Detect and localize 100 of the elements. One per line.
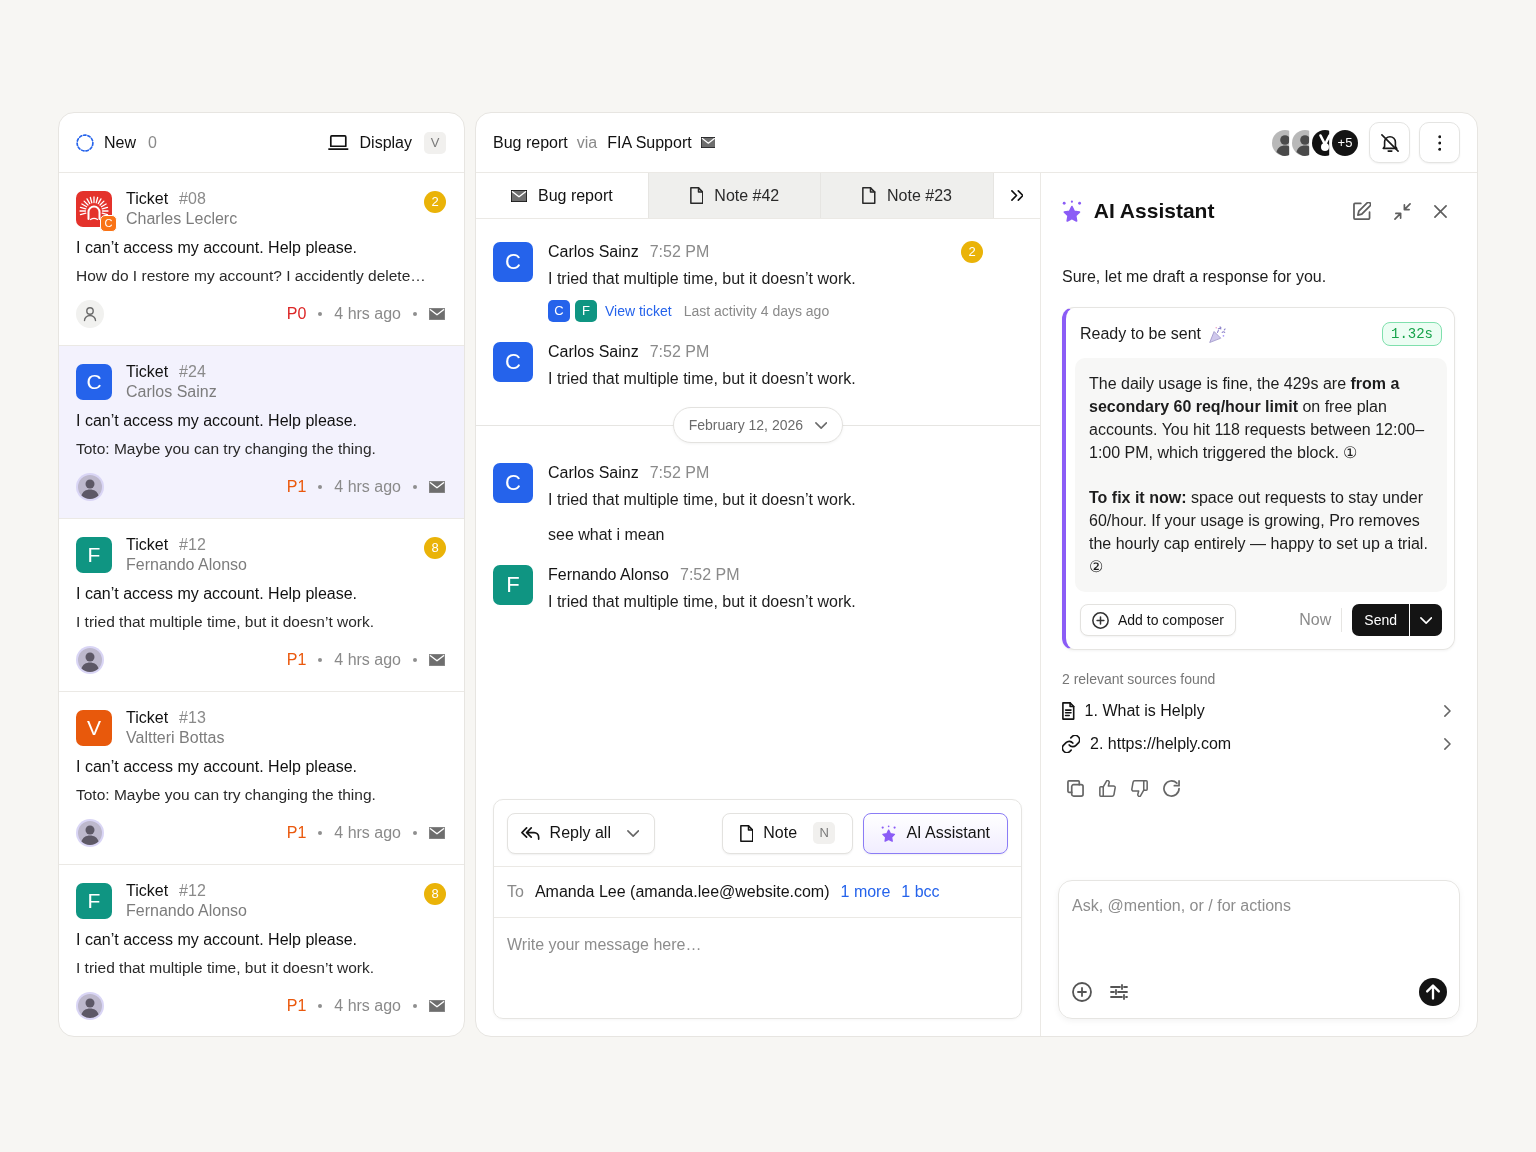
- thumbs-up-icon[interactable]: [1099, 780, 1116, 797]
- separator-dot-icon: [318, 1004, 323, 1008]
- ticket-number: #08: [179, 189, 206, 209]
- message-time: 7:52 PM: [649, 242, 710, 262]
- more-participants-count[interactable]: +5: [1332, 129, 1358, 156]
- message-time: 7:52 PM: [649, 463, 710, 483]
- unread-count: 8: [424, 537, 446, 559]
- user-silhouette-icon[interactable]: [76, 473, 104, 501]
- source-link[interactable]: 1. What is Helply: [1062, 694, 1455, 727]
- priority-label: P0: [286, 304, 307, 324]
- user-silhouette-icon[interactable]: [76, 646, 104, 674]
- sparkle-star-icon: [1062, 200, 1082, 222]
- file-icon: [739, 824, 754, 842]
- sliders-icon[interactable]: [1110, 984, 1128, 1000]
- ticket-row[interactable]: C Ticket #24 Carlos Sainz I can’t access my account. Help please. Toto: Maybe you can try changing the thing. P1 4 hrs ago: [59, 346, 464, 519]
- recipient: Amanda Lee (amanda.lee@website.com): [534, 882, 830, 902]
- bell-off-icon: [1380, 133, 1399, 152]
- ticket-subject: I can’t access my account. Help please.: [76, 238, 359, 258]
- message-time: 7:52 PM: [680, 565, 740, 585]
- conversation-tab[interactable]: Note #23: [820, 173, 993, 218]
- source-link[interactable]: 2. https://helply.com: [1062, 727, 1455, 760]
- ticket-subject: I can’t access my account. Help please.: [76, 930, 359, 950]
- draft-paragraph: The daily usage is fine, the 429s are from a secondary 60 req/hour limit on free plan accounts. You hit 118 requests between 12:00–1:00 PM, which triggered the block. ①: [1089, 374, 1426, 463]
- via-label: via: [576, 132, 598, 153]
- chevron-right-icon: [1444, 737, 1451, 750]
- reply-all-icon: [521, 826, 540, 840]
- shortcut-key: N: [813, 822, 836, 844]
- unassigned-user-icon[interactable]: [76, 300, 104, 328]
- view-ticket-link[interactable]: View ticket: [605, 301, 672, 321]
- date-dropdown[interactable]: February 12, 2026: [672, 407, 844, 443]
- letter-avatar: C: [493, 342, 533, 382]
- response-time: 1.32s: [1382, 322, 1442, 346]
- sources-count: 2 relevant sources found: [1062, 671, 1217, 687]
- copy-icon[interactable]: [1067, 780, 1084, 797]
- close-icon[interactable]: [1434, 204, 1447, 218]
- ticket-count: 0: [148, 132, 157, 153]
- customer-name: Carlos Sainz: [126, 382, 217, 402]
- ticket-label: Ticket: [126, 189, 169, 209]
- message-field[interactable]: Write your message here…: [494, 918, 1021, 1018]
- ticket-row[interactable]: V Ticket #13 Valtteri Bottas I can’t access my account. Help please. Toto: Maybe you can try changing the thing. P1 4 hrs ago: [59, 692, 464, 865]
- ticket-subject: I can’t access my account. Help please.: [76, 584, 359, 604]
- reply-composer[interactable]: Reply all Note N AI Assistant To Amanda Lee (amanda.lee@website.com) 1 more 1 bcc Write your message here…: [493, 799, 1022, 1019]
- conversation-tab[interactable]: Note #42: [647, 173, 821, 218]
- ticket-preview: How do I restore my account? I accidently delete…: [76, 266, 427, 286]
- letter-avatar: C: [76, 364, 112, 400]
- priority-label: P1: [286, 823, 307, 843]
- send-options-button[interactable]: [1410, 604, 1442, 636]
- ticket-label: Ticket: [126, 362, 169, 382]
- edit-icon[interactable]: [1352, 202, 1371, 220]
- ticket-row[interactable]: F Ticket #12 Fernando Alonso 8 I can’t access my account. Help please. I tried that multiple time, but it doesn’t work. P1 4 hrs ago: [59, 865, 464, 1036]
- letter-avatar: C: [548, 300, 570, 322]
- conversation-subject: Bug report: [493, 132, 568, 153]
- refresh-icon[interactable]: [1163, 780, 1180, 797]
- letter-badge: C: [100, 215, 117, 232]
- compose-mode-button[interactable]: Note N: [721, 812, 854, 854]
- recipients-link[interactable]: 1 more: [840, 882, 891, 902]
- plus-circle-icon[interactable]: [1072, 982, 1092, 1002]
- mute-button[interactable]: [1369, 122, 1410, 163]
- draft-paragraph: To fix it now: space out requests to stay under 60/hour. If your usage is growing, Pro removes the hourly cap entirely — happy to set up a trial. ②: [1089, 488, 1429, 577]
- ticket-time: 4 hrs ago: [334, 650, 401, 670]
- message-text: I tried that multiple time, but it doesn’t work.: [548, 269, 857, 289]
- document-icon: [1062, 701, 1075, 720]
- draft-status: Ready to be sent: [1080, 324, 1201, 344]
- send-time-option[interactable]: Now: [1299, 610, 1332, 630]
- separator-dot-icon: [413, 1004, 417, 1008]
- ticket-subject: I can’t access my account. Help please.: [76, 411, 359, 431]
- ticket-number: #12: [179, 535, 206, 555]
- message-text: I tried that multiple time, but it doesn’t work.: [548, 592, 857, 612]
- display-button[interactable]: Display: [327, 132, 412, 153]
- chat-composer[interactable]: Ask, @mention, or / for actions: [1058, 880, 1460, 1019]
- message-text: see what i mean: [548, 525, 666, 545]
- chevron-down-icon: [1419, 616, 1433, 624]
- ticket-preview: Toto: Maybe you can try changing the thing.: [76, 439, 377, 459]
- chat-input-field[interactable]: Ask, @mention, or / for actions: [1071, 881, 1447, 978]
- reply-mode-button[interactable]: Reply all: [507, 812, 656, 854]
- last-activity: Last activity 4 days ago: [683, 302, 830, 321]
- status-circle-icon: [76, 133, 94, 152]
- user-silhouette-icon[interactable]: [76, 992, 104, 1020]
- ticket-number: #12: [179, 881, 206, 901]
- ticket-time: 4 hrs ago: [334, 996, 401, 1016]
- minimize-icon[interactable]: [1394, 202, 1411, 220]
- add-to-composer-button[interactable]: Add to composer: [1080, 604, 1236, 636]
- file-icon: [862, 187, 876, 204]
- author-name: Carlos Sainz: [548, 342, 639, 362]
- mail-icon: [429, 827, 445, 839]
- ticket-subject: I can’t access my account. Help please.: [76, 757, 359, 777]
- separator-dot-icon: [413, 312, 417, 316]
- channel-name: FIA Support: [607, 132, 692, 153]
- compose-mode-button[interactable]: AI Assistant: [863, 812, 1008, 854]
- customer-name: Fernando Alonso: [126, 901, 247, 921]
- ticket-preview: I tried that multiple time, but it doesn’t work.: [76, 612, 376, 632]
- user-silhouette-icon[interactable]: [76, 819, 104, 847]
- recipients-link[interactable]: 1 bcc: [901, 882, 940, 902]
- separator-dot-icon: [318, 485, 323, 489]
- to-label: To: [507, 882, 524, 902]
- ticket-row[interactable]: F Ticket #12 Fernando Alonso 8 I can’t access my account. Help please. I tried that multiple time, but it doesn’t work. P1 4 hrs ago: [59, 519, 464, 692]
- ticket-time: 4 hrs ago: [334, 477, 401, 497]
- send-button[interactable]: Send: [1352, 604, 1409, 636]
- unread-count: 8: [424, 883, 446, 905]
- thumbs-down-icon[interactable]: [1131, 780, 1148, 797]
